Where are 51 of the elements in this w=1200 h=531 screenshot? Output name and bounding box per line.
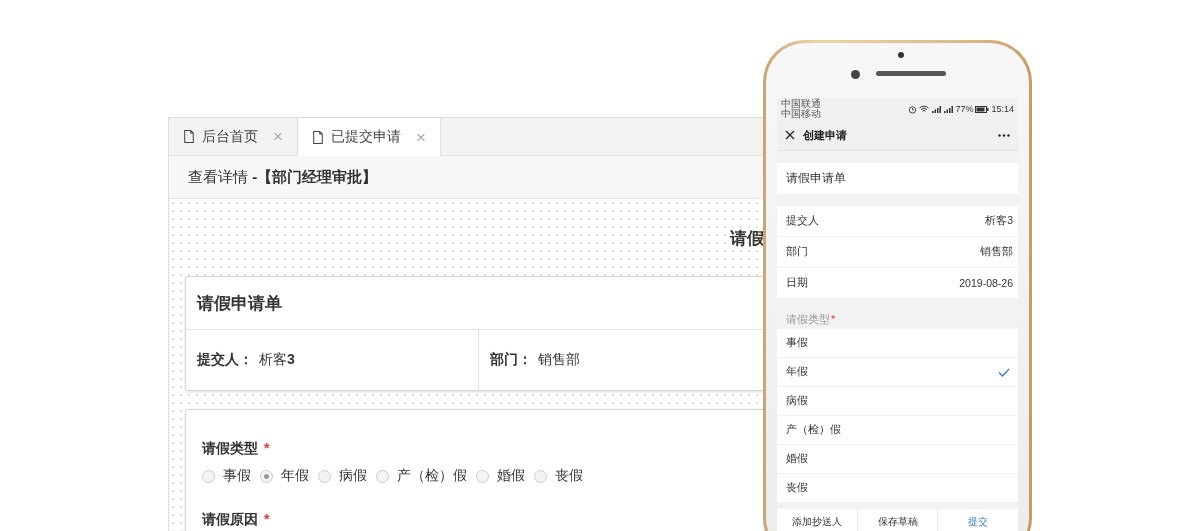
field-value: 销售部 [538,351,580,369]
field-label: 日期 [786,276,808,290]
required-mark: * [264,440,270,458]
field-value: 2019-08-26 [959,277,1013,289]
field-value: 析客3 [259,351,295,369]
carrier-name: 中国移动 [781,109,821,119]
form-title: 请假 [730,228,764,248]
action-button[interactable]: 提交 [938,509,1018,531]
alarm-clock-icon [908,104,918,114]
breadcrumb-title: 查看详情 -【部门经理审批】 [188,167,378,187]
screen-title: 创建申请 [803,127,847,143]
radio-button[interactable] [260,469,273,483]
radio-option[interactable]: 年假 [260,467,309,485]
action-button[interactable]: 保存草稿 [857,509,938,531]
camera-dot [851,70,860,79]
field-label: 部门： [490,351,532,369]
document-icon [183,129,195,144]
field-label: 提交人 [786,214,819,228]
radio-option[interactable]: 病假 [318,467,367,485]
required-mark: * [831,313,836,327]
clock-time: 15:14 [991,104,1014,114]
field-value: 销售部 [980,245,1013,259]
speaker-dot [898,52,904,58]
action-button[interactable]: 添加抄送人 [777,509,857,531]
radio-button[interactable] [318,469,331,483]
more-icon[interactable] [998,133,1010,137]
radio-button[interactable] [476,469,489,483]
radio-option[interactable]: 产（检）假 [376,467,467,485]
battery-percentage: 77% [955,104,974,114]
form-title: 请假申请单 [786,170,846,187]
wifi-icon [919,105,930,113]
field-label: 部门 [786,245,808,259]
tab[interactable]: 后台首页 × [169,118,297,155]
radio-button[interactable] [376,469,389,483]
section-label: 请假类型 [786,313,830,327]
carrier-name: 中国联通 [781,99,821,109]
radio-option[interactable]: 婚假 [476,467,525,485]
required-mark: * [264,511,270,529]
tab[interactable]: 已提交申请 × [296,118,441,156]
close-icon[interactable] [785,130,795,140]
earpiece-slot [876,71,946,76]
radio-button[interactable] [202,469,215,483]
field-label: 提交人： [197,351,253,369]
radio-button[interactable] [534,469,547,483]
document-icon [311,129,324,145]
field-label: 请假类型 [202,440,258,458]
radio-option[interactable]: 丧假 [534,467,583,485]
field-label: 请假原因 [202,511,258,529]
radio-option[interactable]: 事假 [202,467,251,485]
battery-icon [975,105,990,113]
field-value: 析客3 [985,214,1013,228]
